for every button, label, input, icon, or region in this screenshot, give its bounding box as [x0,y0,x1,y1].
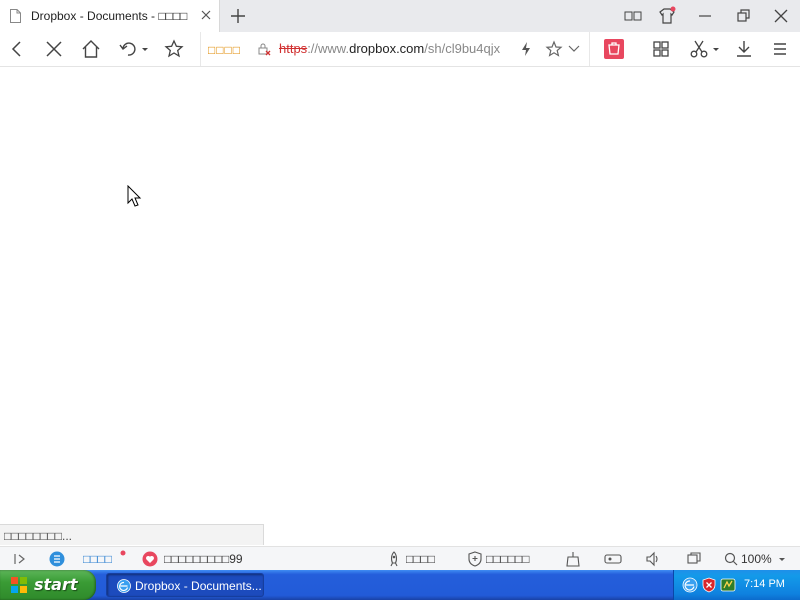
new-tab-icon[interactable] [229,7,247,25]
lightning-icon[interactable] [519,39,533,59]
url-path: /sh/cl9bu4qjx [424,41,501,56]
volume-icon[interactable] [645,551,661,567]
url-domain: dropbox.com [349,41,425,56]
url-text[interactable]: https://www.dropbox.com/sh/cl9bu4qjx [279,41,519,56]
windows-logo-icon [11,577,27,593]
page-content[interactable] [0,67,800,545]
reading-mode-icon[interactable] [623,6,643,26]
stop-icon[interactable] [44,39,64,59]
tab-dropbox-documents[interactable]: Dropbox - Documents - □□□□ [0,0,220,32]
status-item-2[interactable]: □□□□□□□□□99 [164,552,243,566]
screenshot-scissors-icon[interactable] [689,39,709,59]
url-protocol: https [279,41,308,56]
zoom-level[interactable]: 100% [741,552,772,566]
status-bar: □□□□ □□□□□□□□□99 □□□□ □□□□□□ 100% [0,546,800,570]
skin-icon[interactable] [657,6,677,26]
undo-dropdown-icon[interactable] [140,39,150,59]
menu-icon[interactable] [770,39,790,59]
system-tray: 7:14 PM [673,570,800,600]
address-bar[interactable]: □□□□ https://www.dropbox.com/sh/cl9bu4qj… [200,32,590,66]
news-icon[interactable] [49,551,65,567]
window-icon[interactable] [686,551,702,567]
heart-icon[interactable] [142,551,158,567]
mouse-cursor-icon [127,185,142,207]
status-bubble: □□□□□□□□... [0,524,264,545]
browser-icon [117,579,131,593]
rocket-icon[interactable] [386,551,402,567]
undo-icon[interactable] [119,39,139,59]
start-label: start [34,575,78,594]
tray-security-shield-icon[interactable] [701,577,717,593]
zoom-dropdown-icon[interactable] [778,551,786,567]
taskbar: start Dropbox - Documents... 7:14 PM [0,570,800,600]
apps-grid-icon[interactable] [651,39,671,59]
tray-browser-icon[interactable] [682,577,698,593]
clean-broom-icon[interactable] [565,551,581,567]
restore-icon[interactable] [733,6,753,26]
video-icon[interactable] [604,551,622,567]
home-icon[interactable] [81,39,101,59]
status-item-1[interactable]: □□□□ [83,552,112,566]
screenshot-dropdown-icon[interactable] [711,39,721,59]
taskbar-window-title: Dropbox - Documents... [135,579,261,593]
shield-icon[interactable] [467,551,483,567]
taskbar-window-dropbox[interactable]: Dropbox - Documents... [106,573,264,597]
document-icon [10,9,21,23]
bookmark-star-icon[interactable] [544,39,564,59]
address-dropdown-icon[interactable] [567,39,581,59]
notification-dot-icon [120,550,126,556]
minimize-icon[interactable] [695,6,715,26]
back-icon[interactable] [7,39,27,59]
quick-access-label[interactable]: □□□□ [208,43,241,57]
download-icon[interactable] [734,39,754,59]
shopping-icon[interactable] [604,39,624,59]
tray-app-icon[interactable] [720,577,736,593]
close-window-icon[interactable] [771,6,791,26]
tab-strip: Dropbox - Documents - □□□□ [0,0,800,32]
favorite-star-icon[interactable] [164,39,184,59]
tab-title: Dropbox - Documents - □□□□ [31,9,188,23]
url-separator: ://www. [307,41,350,56]
sidebar-toggle-icon[interactable] [12,551,28,567]
start-button[interactable]: start [0,570,96,600]
status-item-3[interactable]: □□□□ [406,552,435,566]
zoom-icon[interactable] [724,551,738,567]
clock: 7:14 PM [744,578,785,590]
status-item-4[interactable]: □□□□□□ [486,552,530,566]
navigation-bar: □□□□ https://www.dropbox.com/sh/cl9bu4qj… [0,32,800,67]
close-tab-icon[interactable] [199,8,213,22]
insecure-lock-icon[interactable] [257,42,271,56]
